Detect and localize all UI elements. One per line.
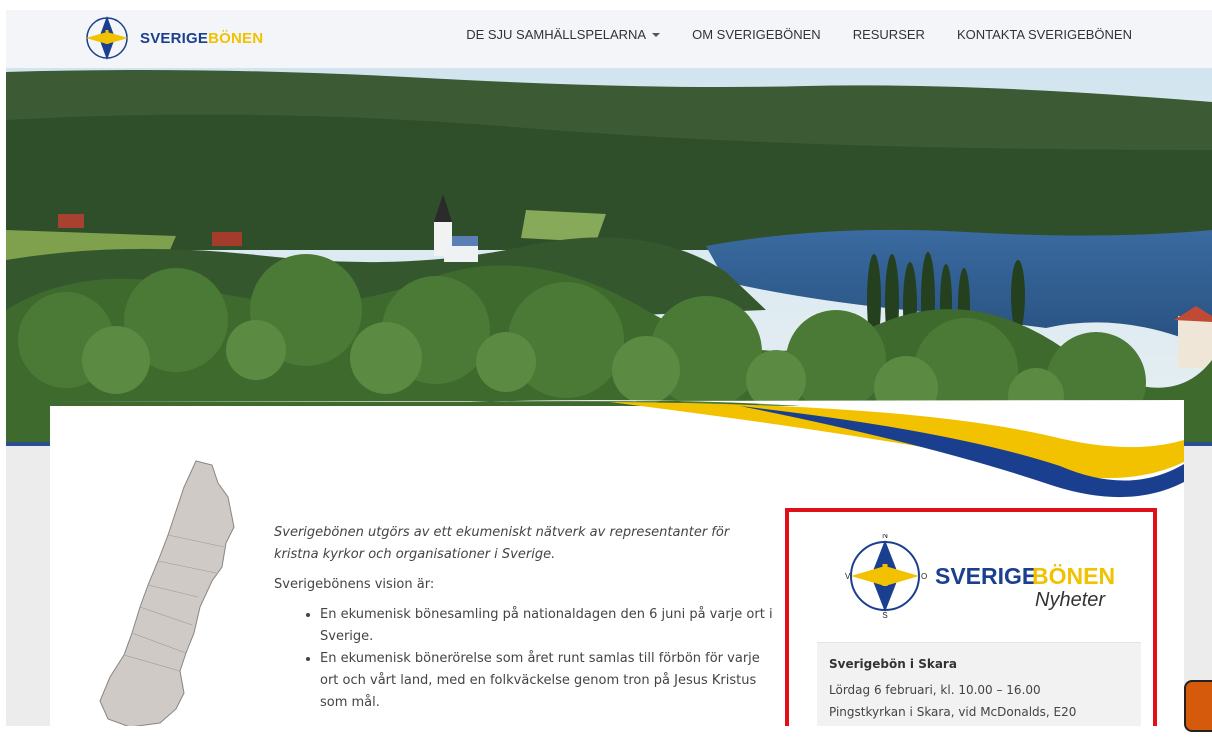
news-item-date: Lördag 6 februari, kl. 10.00 – 16.00 [829,683,1041,697]
main-nav: DE SJU SAMHÄLLSPELARNA OM SVERIGEBÖNEN R… [450,27,1148,42]
nav-item-resurser[interactable]: RESURSER [837,27,941,42]
news-item-location: Pingstkyrkan i Skara, vid McDonalds, E20 [829,705,1077,719]
list-item: En ekumenisk bönesamling på nationaldage… [320,604,774,648]
sweden-map [99,460,235,726]
site-header: SVERIGEBÖNEN DE SJU SAMHÄLLSPELARNA OM S… [6,10,1212,68]
nav-item-kontakta[interactable]: KONTAKTA SVERIGEBÖNEN [941,27,1148,42]
nav-item-om-sverigebonen[interactable]: OM SVERIGEBÖNEN [676,27,837,42]
chevron-down-icon [652,32,661,37]
floating-tab-button[interactable] [1184,680,1212,732]
hero-image [6,10,1212,442]
intro-lead: Sverigebönen utgörs av ett ekumeniskt nä… [274,525,730,562]
vision-list: En ekumenisk bönesamling på nationaldage… [274,604,774,714]
logo-text: SVERIGEBÖNEN [140,29,264,47]
svg-text:S: S [882,611,887,618]
list-item: En ekumenisk bönerörelse som året runt s… [320,648,774,714]
svg-text:N: N [882,534,888,540]
svg-text:O: O [921,572,927,581]
compass-logo-icon [86,16,128,60]
news-box: N S V O SVERIGE BÖNEN Nyheter Sverigebön… [785,508,1157,726]
svg-text:SVERIGE: SVERIGE [935,563,1037,589]
svg-text:V: V [845,572,851,581]
news-logo: N S V O SVERIGE BÖNEN Nyheter [845,534,1115,618]
nav-item-sju-samhallspelarna[interactable]: DE SJU SAMHÄLLSPELARNA [450,27,676,42]
site-logo[interactable]: SVERIGEBÖNEN [78,12,263,64]
news-item-title[interactable]: Sverigebön i Skara [829,657,957,671]
vision-heading: Sverigebönens vision är: [274,577,435,592]
svg-text:BÖNEN: BÖNEN [1032,563,1115,589]
intro-text: Sverigebönen utgörs av ett ekumeniskt nä… [274,522,774,714]
svg-text:Nyheter: Nyheter [1035,589,1106,611]
page: SVERIGEBÖNEN DE SJU SAMHÄLLSPELARNA OM S… [6,10,1212,726]
news-item[interactable]: Sverigebön i Skara Lördag 6 februari, kl… [817,642,1141,726]
